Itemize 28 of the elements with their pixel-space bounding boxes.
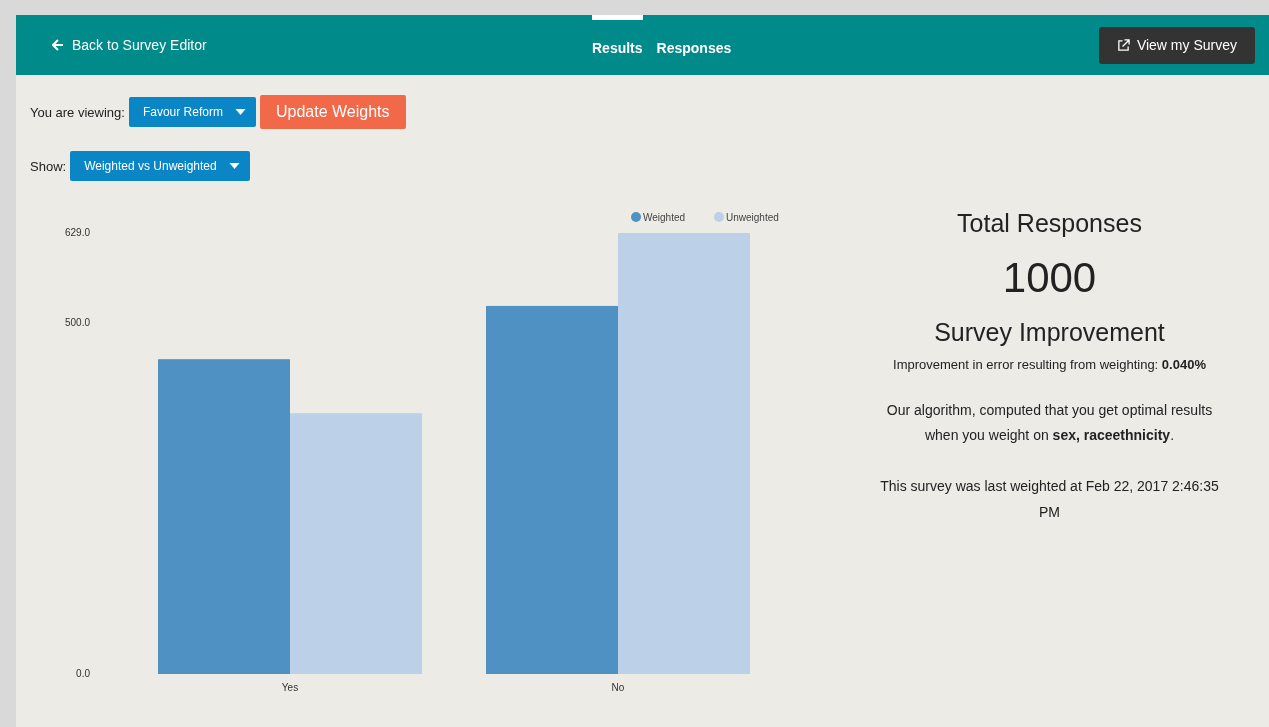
view-survey-button[interactable]: View my Survey bbox=[1098, 26, 1255, 64]
legend-dot bbox=[631, 212, 641, 222]
x-axis-label: Yes bbox=[281, 682, 299, 693]
total-title: Total Responses bbox=[956, 209, 1143, 238]
y-axis-label: 500.0 bbox=[64, 317, 90, 329]
y-axis-label: 629.0 bbox=[64, 227, 90, 238]
show-label: Show: bbox=[30, 158, 67, 174]
back-link[interactable]: Back to Survey Editor bbox=[52, 37, 592, 53]
legend-label: Weighted bbox=[643, 212, 686, 223]
nav-tab[interactable]: Responses bbox=[656, 15, 732, 75]
show-dropdown[interactable]: Weighted vs Unweighted bbox=[70, 151, 250, 181]
caret-icon bbox=[228, 163, 240, 169]
total-count: 1000 bbox=[1001, 254, 1098, 302]
legend-dot bbox=[714, 212, 724, 222]
improvement-text: Improvement in error resulting from weighting: 0.040% bbox=[892, 357, 1207, 372]
update-weights-button[interactable]: Update Weights bbox=[259, 95, 406, 129]
x-axis-label: No bbox=[611, 682, 625, 693]
last-weighted-text: This survey was last weighted at Feb 22, 2017 2:46:35 PM bbox=[880, 477, 1219, 522]
back-arrow-icon bbox=[52, 39, 64, 51]
y-axis-label: 0.0 bbox=[76, 668, 90, 679]
caret-icon bbox=[234, 109, 246, 115]
viewing-label: You are viewing: bbox=[30, 104, 125, 120]
legend-label: Unweighted bbox=[726, 212, 779, 223]
viewing-dropdown[interactable]: Favour Reform bbox=[128, 97, 256, 127]
improvement-title: Survey Improvement bbox=[933, 318, 1166, 347]
algorithm-text: Our algorithm, computed that you get optimal results when you weight on sex, raceethnicity. bbox=[885, 401, 1214, 446]
nav-tab[interactable]: Results bbox=[592, 15, 643, 75]
external-link-icon bbox=[1116, 38, 1130, 52]
